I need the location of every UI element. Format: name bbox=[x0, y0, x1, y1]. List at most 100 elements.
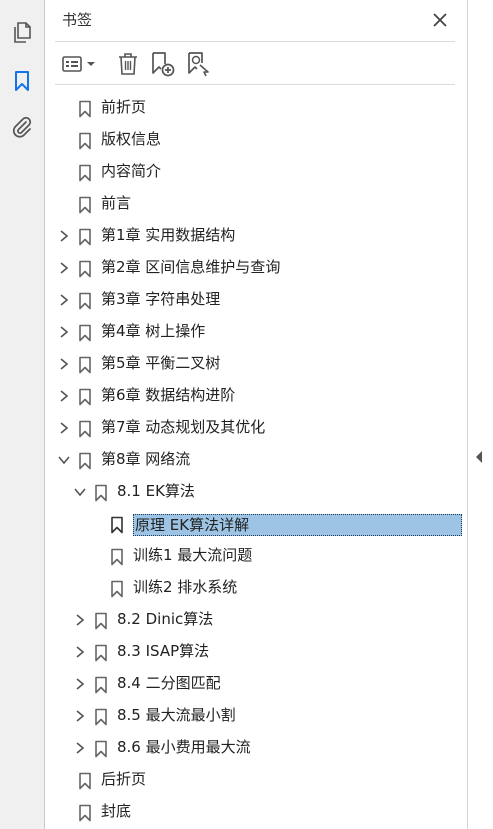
chevron-down-icon[interactable] bbox=[56, 452, 72, 468]
bookmark-label[interactable]: 前折页 bbox=[101, 97, 146, 117]
bookmark-icon bbox=[79, 100, 91, 118]
bookmark-label[interactable]: 训练1 最大流问题 bbox=[133, 545, 252, 565]
chevron-right-icon[interactable] bbox=[72, 740, 88, 756]
bookmark-label[interactable]: 前言 bbox=[101, 193, 131, 213]
bookmark-icon bbox=[95, 708, 107, 726]
bookmark-icon bbox=[111, 516, 123, 534]
chevron-right-icon[interactable] bbox=[56, 356, 72, 372]
bookmark-label[interactable]: 内容简介 bbox=[101, 161, 161, 181]
bookmark-row[interactable]: 前言 bbox=[46, 188, 467, 220]
bookmark-label[interactable]: 训练2 排水系统 bbox=[133, 577, 237, 597]
bookmark-row[interactable]: 第7章 动态规划及其优化 bbox=[46, 412, 467, 444]
bookmark-label[interactable]: 8.2 Dinic算法 bbox=[117, 609, 213, 629]
bookmark-icon bbox=[79, 196, 91, 214]
bookmark-row[interactable]: 8.6 最小费用最大流 bbox=[46, 732, 467, 764]
bookmark-row[interactable]: 前折页 bbox=[46, 92, 467, 124]
add-bookmark-icon bbox=[152, 52, 175, 77]
bookmark-label[interactable]: 第4章 树上操作 bbox=[101, 321, 205, 341]
bookmark-icon bbox=[79, 804, 91, 822]
bookmark-icon bbox=[79, 388, 91, 406]
bookmark-label[interactable]: 后折页 bbox=[101, 769, 146, 789]
bookmarks-toolbar bbox=[55, 41, 455, 85]
bookmark-label[interactable]: 第3章 字符串处理 bbox=[101, 289, 220, 309]
panel-title: 书签 bbox=[62, 11, 93, 29]
attachments-button[interactable] bbox=[6, 111, 38, 143]
bookmark-icon bbox=[79, 260, 91, 278]
bookmark-icon bbox=[15, 71, 29, 91]
bookmark-icon bbox=[79, 228, 91, 246]
bookmark-row[interactable]: 版权信息 bbox=[46, 124, 467, 156]
page-thumbnails-button[interactable] bbox=[6, 17, 38, 49]
chevron-right-icon[interactable] bbox=[56, 388, 72, 404]
bookmark-icon bbox=[95, 676, 107, 694]
bookmark-label[interactable]: 原理 EK算法详解 bbox=[133, 514, 462, 536]
chevron-right-icon[interactable] bbox=[56, 292, 72, 308]
chevron-down-icon[interactable] bbox=[72, 484, 88, 500]
chevron-right-icon[interactable] bbox=[72, 644, 88, 660]
bookmark-row[interactable]: 第8章 网络流 bbox=[46, 444, 467, 476]
find-bookmark-icon bbox=[188, 52, 209, 77]
bookmark-row[interactable]: 原理 EK算法详解 bbox=[46, 508, 467, 540]
bookmark-row[interactable]: 内容简介 bbox=[46, 156, 467, 188]
bookmark-row[interactable]: 8.4 二分图匹配 bbox=[46, 668, 467, 700]
collapse-left-arrow-icon[interactable] bbox=[474, 450, 484, 464]
chevron-right-icon[interactable] bbox=[72, 708, 88, 724]
bookmark-label[interactable]: 第2章 区间信息维护与查询 bbox=[101, 257, 280, 277]
bookmarks-app: 书签 前折页 版权信息 内容简介 前言 第1章 实用数据结构 第2章 区间信息维… bbox=[0, 0, 493, 829]
bookmark-row[interactable]: 第3章 字符串处理 bbox=[46, 284, 467, 316]
bookmark-row[interactable]: 第6章 数据结构进阶 bbox=[46, 380, 467, 412]
find-bookmark-button[interactable] bbox=[185, 51, 213, 77]
bookmark-label[interactable]: 8.3 ISAP算法 bbox=[117, 641, 209, 661]
panel-splitter[interactable] bbox=[467, 0, 493, 829]
bookmark-label[interactable]: 第7章 动态规划及其优化 bbox=[101, 417, 265, 437]
bookmark-icon bbox=[95, 612, 107, 630]
bookmark-icon bbox=[111, 580, 123, 598]
delete-bookmark-button[interactable] bbox=[115, 51, 141, 77]
bookmark-label[interactable]: 8.1 EK算法 bbox=[117, 481, 195, 501]
bookmark-row[interactable]: 第4章 树上操作 bbox=[46, 316, 467, 348]
chevron-right-icon[interactable] bbox=[56, 324, 72, 340]
paperclip-icon bbox=[12, 116, 32, 138]
chevron-right-icon[interactable] bbox=[56, 228, 72, 244]
bookmark-row[interactable]: 8.5 最大流最小割 bbox=[46, 700, 467, 732]
bookmark-label[interactable]: 第1章 实用数据结构 bbox=[101, 225, 235, 245]
bookmark-icon bbox=[79, 292, 91, 310]
bookmark-icon bbox=[79, 452, 91, 470]
bookmark-row[interactable]: 8.1 EK算法 bbox=[46, 476, 467, 508]
bookmark-label[interactable]: 第8章 网络流 bbox=[101, 449, 190, 469]
bookmark-row[interactable]: 训练2 排水系统 bbox=[46, 572, 467, 604]
bookmark-label[interactable]: 8.6 最小费用最大流 bbox=[117, 737, 251, 757]
bookmark-row[interactable]: 8.2 Dinic算法 bbox=[46, 604, 467, 636]
bookmark-row[interactable]: 后折页 bbox=[46, 764, 467, 796]
chevron-right-icon[interactable] bbox=[72, 612, 88, 628]
bookmark-icon bbox=[95, 644, 107, 662]
chevron-right-icon[interactable] bbox=[56, 420, 72, 436]
bookmark-row[interactable]: 训练1 最大流问题 bbox=[46, 540, 467, 572]
bookmarks-panel-button[interactable] bbox=[6, 65, 38, 97]
bookmark-icon bbox=[111, 548, 123, 566]
bookmark-label[interactable]: 8.5 最大流最小割 bbox=[117, 705, 236, 725]
bookmark-icon bbox=[95, 740, 107, 758]
options-menu-button[interactable] bbox=[61, 51, 99, 77]
bookmark-row[interactable]: 第5章 平衡二叉树 bbox=[46, 348, 467, 380]
bookmark-row[interactable]: 8.3 ISAP算法 bbox=[46, 636, 467, 668]
bookmark-label[interactable]: 封底 bbox=[101, 801, 131, 821]
close-icon bbox=[433, 13, 447, 27]
bookmark-icon bbox=[79, 356, 91, 374]
chevron-right-icon[interactable] bbox=[72, 676, 88, 692]
close-panel-button[interactable] bbox=[428, 8, 452, 32]
bookmark-row[interactable]: 第1章 实用数据结构 bbox=[46, 220, 467, 252]
bookmark-label[interactable]: 8.4 二分图匹配 bbox=[117, 673, 221, 693]
bookmark-label[interactable]: 第6章 数据结构进阶 bbox=[101, 385, 235, 405]
bookmark-label[interactable]: 版权信息 bbox=[101, 129, 161, 149]
bookmark-row[interactable]: 第2章 区间信息维护与查询 bbox=[46, 252, 467, 284]
copy-pages-icon bbox=[14, 22, 31, 43]
bookmark-icon bbox=[79, 420, 91, 438]
chevron-right-icon[interactable] bbox=[56, 260, 72, 276]
navigation-rail bbox=[0, 0, 45, 829]
bookmarks-panel: 书签 前折页 版权信息 内容简介 前言 第1章 实用数据结构 第2章 区间信息维… bbox=[46, 0, 467, 829]
bookmark-label[interactable]: 第5章 平衡二叉树 bbox=[101, 353, 220, 373]
bookmark-icon bbox=[95, 484, 107, 502]
new-bookmark-button[interactable] bbox=[149, 51, 177, 77]
bookmark-row[interactable]: 封底 bbox=[46, 796, 467, 828]
